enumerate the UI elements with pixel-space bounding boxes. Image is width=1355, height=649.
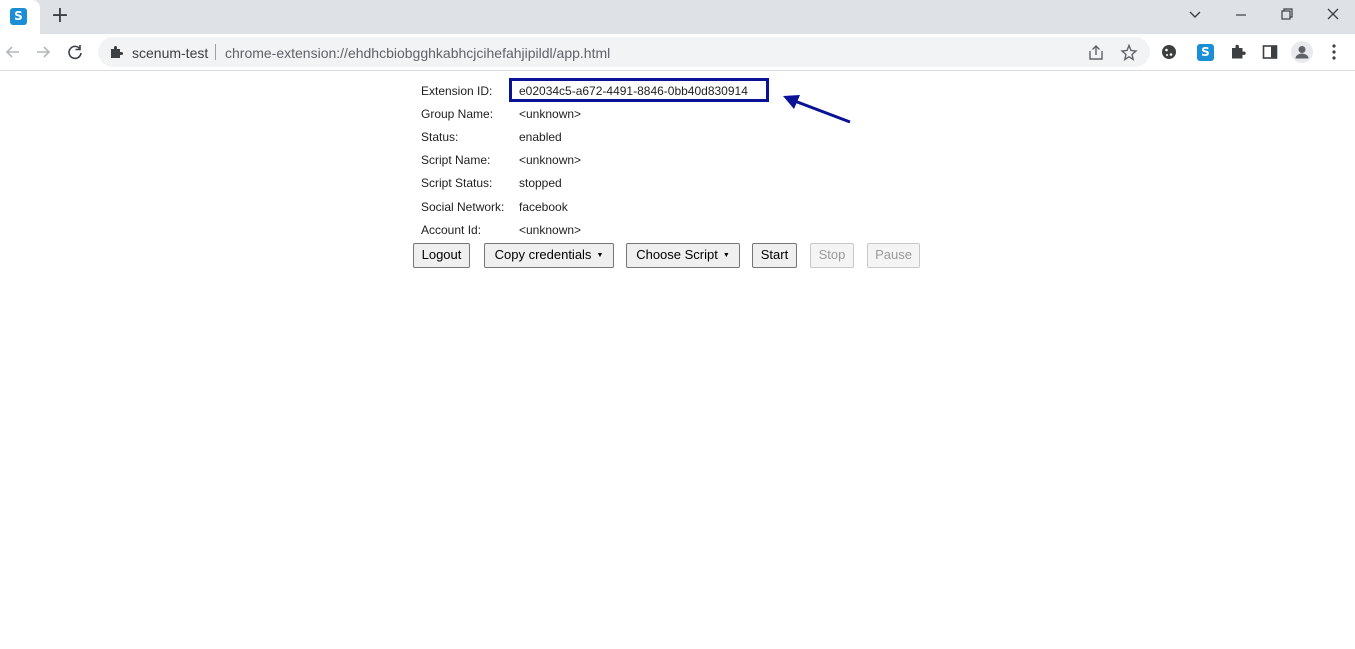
share-icon[interactable] — [1086, 43, 1106, 63]
group-name-value: <unknown> — [519, 107, 582, 121]
group-name-label: Group Name: — [421, 107, 494, 121]
scenum-favicon-icon: S — [10, 8, 27, 25]
dropdown-caret-icon: ▼ — [596, 251, 604, 259]
site-name: scenum-test — [132, 45, 209, 61]
star-icon[interactable] — [1119, 43, 1139, 63]
account-id-label: Account Id: — [421, 223, 482, 237]
scenum-extension-icon[interactable]: S — [1197, 44, 1214, 61]
back-icon[interactable] — [1, 40, 25, 64]
extension-id-value: e02034c5-a672-4491-8846-0bb40d830914 — [519, 84, 748, 98]
stop-button[interactable]: Stop — [810, 243, 854, 268]
page-content: Extension ID: e02034c5-a672-4491-8846-0b… — [0, 71, 1355, 649]
pause-button-label: Pause — [875, 247, 912, 262]
extensions-icon[interactable] — [1228, 42, 1248, 62]
account-id-value: <unknown> — [519, 223, 582, 237]
puzzle-icon — [108, 44, 124, 60]
script-status-label: Script Status: — [421, 176, 493, 190]
script-status-value: stopped — [519, 176, 562, 190]
minimize-icon[interactable] — [1228, 4, 1254, 26]
stop-button-label: Stop — [818, 247, 846, 262]
extension-id-highlight: e02034c5-a672-4491-8846-0bb40d830914 — [509, 78, 769, 102]
logout-button-label: Logout — [421, 247, 462, 262]
browser-toolbar: scenum-test chrome-extension://ehdhcbiob… — [0, 34, 1355, 71]
choose-script-button[interactable]: Choose Script ▼ — [626, 243, 740, 268]
social-network-label: Social Network: — [421, 200, 505, 214]
tab-strip: S + — [0, 0, 1355, 34]
extension-id-label: Extension ID: — [421, 84, 493, 98]
dropdown-caret-icon: ▼ — [722, 251, 730, 259]
start-button-label: Start — [760, 247, 789, 262]
annotation-arrow-icon — [783, 95, 851, 124]
active-tab[interactable]: S — [0, 0, 40, 34]
forward-icon[interactable] — [31, 40, 55, 64]
close-icon[interactable] — [1320, 4, 1346, 26]
logout-button[interactable]: Logout — [413, 243, 470, 268]
more-icon[interactable] — [1324, 42, 1344, 62]
tab-search-icon[interactable] — [1182, 4, 1208, 26]
status-value: enabled — [519, 130, 562, 144]
address-bar[interactable]: scenum-test chrome-extension://ehdhcbiob… — [98, 37, 1150, 67]
restore-icon[interactable] — [1274, 4, 1300, 26]
copy-credentials-label: Copy credentials — [494, 247, 592, 262]
cookie-icon[interactable] — [1159, 42, 1179, 62]
reload-icon[interactable] — [63, 40, 87, 64]
address-separator — [215, 44, 216, 60]
status-label: Status: — [421, 130, 459, 144]
script-name-label: Script Name: — [421, 153, 491, 167]
choose-script-label: Choose Script — [636, 247, 718, 262]
side-panel-icon[interactable] — [1260, 42, 1280, 62]
copy-credentials-button[interactable]: Copy credentials ▼ — [484, 243, 614, 268]
profile-icon[interactable] — [1291, 41, 1313, 63]
new-tab-button[interactable]: + — [48, 5, 72, 29]
pause-button[interactable]: Pause — [867, 243, 920, 268]
social-network-value: facebook — [519, 200, 568, 214]
url-text[interactable]: chrome-extension://ehdhcbiobgghkabhcjcih… — [225, 45, 610, 61]
start-button[interactable]: Start — [752, 243, 797, 268]
script-name-value: <unknown> — [519, 153, 582, 167]
